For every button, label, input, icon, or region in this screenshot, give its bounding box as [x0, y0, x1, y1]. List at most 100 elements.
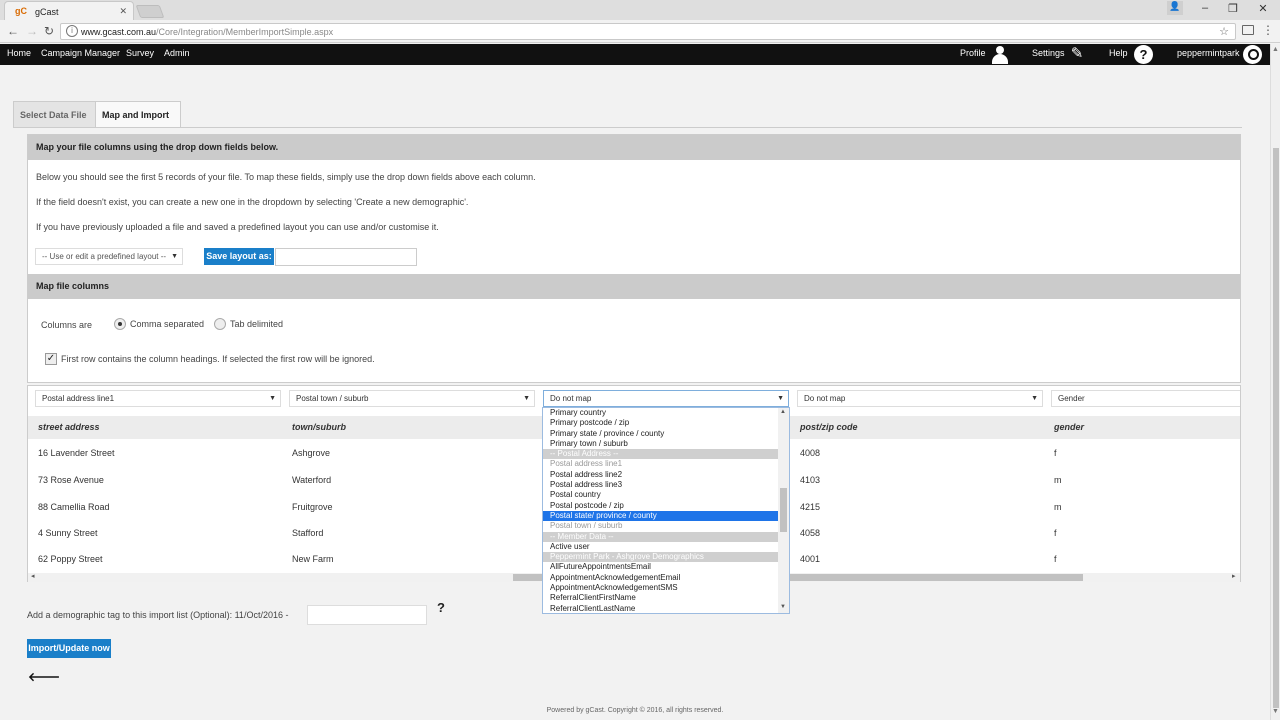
dropdown-group-header: -- Postal Address --: [543, 449, 779, 460]
layout-name-input[interactable]: [275, 248, 417, 266]
nav-help[interactable]: Help: [1109, 48, 1128, 58]
nav-campaign-manager[interactable]: Campaign Manager: [41, 48, 120, 58]
tag-help-icon[interactable]: ?: [437, 600, 445, 615]
column-header: post/zip code: [800, 422, 858, 432]
scrollbar-thumb[interactable]: [1273, 148, 1279, 708]
first-row-checkbox[interactable]: ✓: [45, 353, 57, 365]
column-1-select[interactable]: Postal address line1 ▼: [35, 390, 281, 407]
dropdown-scrollbar[interactable]: ▲ ▼: [778, 408, 789, 613]
cast-icon[interactable]: [1242, 25, 1254, 35]
minimize-icon[interactable]: –: [1190, 2, 1220, 14]
nav-home[interactable]: Home: [7, 48, 31, 58]
table-cell: 88 Camellia Road: [38, 502, 110, 512]
page-scrollbar[interactable]: ▲ ▼: [1270, 44, 1280, 720]
user-icon[interactable]: 👤: [1167, 1, 1183, 15]
scroll-left-icon[interactable]: ◂: [31, 572, 35, 580]
table-cell: 4215: [800, 502, 821, 512]
dropdown-option[interactable]: ReferralClientFirstName: [543, 593, 779, 603]
scroll-up-icon[interactable]: ▲: [780, 409, 786, 415]
table-cell: 4103: [800, 475, 821, 485]
tab-map-and-import[interactable]: Map and Import: [95, 101, 181, 127]
close-icon[interactable]: ✕: [119, 6, 127, 17]
back-icon[interactable]: ←: [7, 24, 19, 38]
column-header: town/suburb: [292, 422, 346, 432]
dropdown-option[interactable]: AllFutureAppointmentsEmail: [543, 562, 779, 572]
new-tab-button[interactable]: [135, 5, 165, 18]
column-2-select[interactable]: Postal town / suburb ▼: [289, 390, 535, 407]
map-columns-heading: Map file columns: [28, 274, 1240, 299]
nav-admin[interactable]: Admin: [164, 48, 190, 58]
dropdown-option[interactable]: Primary town / suburb: [543, 439, 779, 449]
dropdown-scroll-thumb[interactable]: [780, 488, 787, 532]
logout-icon[interactable]: [1243, 45, 1262, 64]
panel-heading: Map your file columns using the drop dow…: [28, 135, 1240, 160]
dropdown-option[interactable]: ReferralClientLastName: [543, 604, 779, 613]
dropdown-option[interactable]: Primary postcode / zip: [543, 418, 779, 428]
instruction-line-3: If you have previously uploaded a file a…: [36, 222, 439, 232]
profile-person-icon[interactable]: [991, 45, 1009, 64]
column-5-select[interactable]: Gender: [1051, 390, 1240, 407]
dropdown-option[interactable]: Postal address line1: [543, 459, 779, 469]
tab-select-data-file[interactable]: Select Data File: [13, 101, 96, 127]
dropdown-option[interactable]: Postal postcode / zip: [543, 501, 779, 511]
predefined-layout-value: -- Use or edit a predefined layout --: [42, 252, 167, 261]
table-cell: 62 Poppy Street: [38, 554, 103, 564]
save-layout-button[interactable]: Save layout as:: [204, 248, 274, 265]
dropdown-option[interactable]: Postal address line3: [543, 480, 779, 490]
dropdown-group-header: Peppermint Park - Ashgrove Demographics: [543, 552, 779, 563]
restore-icon[interactable]: ❐: [1218, 2, 1248, 15]
reload-icon[interactable]: ↻: [44, 24, 54, 38]
nav-profile[interactable]: Profile: [960, 48, 986, 58]
nav-user[interactable]: peppermintpark: [1177, 48, 1240, 58]
comma-separated-radio[interactable]: [114, 318, 126, 330]
dropdown-option[interactable]: Postal state/ province / county: [543, 510, 779, 522]
column-4-select-value: Do not map: [804, 394, 846, 403]
predefined-layout-select[interactable]: -- Use or edit a predefined layout -- ▼: [35, 248, 183, 265]
dropdown-option[interactable]: AppointmentAcknowledgementSMS: [543, 583, 779, 593]
table-cell: 4 Sunny Street: [38, 528, 98, 538]
table-cell: m: [1054, 475, 1062, 485]
browser-tab[interactable]: gC gCast ✕: [4, 1, 134, 20]
demographic-tag-label: Add a demographic tag to this import lis…: [27, 610, 289, 620]
app-navbar: Home Campaign Manager Survey Admin Profi…: [0, 44, 1270, 65]
help-icon[interactable]: ?: [1134, 45, 1153, 64]
column-3-select[interactable]: Do not map ▼: [543, 390, 789, 407]
column-3-dropdown-list[interactable]: Primary country Primary postcode / zip Pri…: [542, 407, 790, 614]
bookmark-star-icon[interactable]: ☆: [1219, 25, 1229, 38]
tab-delimited-radio[interactable]: [214, 318, 226, 330]
scroll-right-icon[interactable]: ▸: [1232, 572, 1236, 580]
mapping-panel: Map your file columns using the drop dow…: [27, 134, 1241, 383]
close-window-icon[interactable]: ✕: [1248, 2, 1278, 15]
import-update-button[interactable]: Import/Update now: [27, 639, 111, 658]
column-3-select-value: Do not map: [550, 394, 592, 403]
scroll-down-icon[interactable]: ▼: [1272, 708, 1279, 715]
forward-icon[interactable]: →: [26, 24, 38, 38]
table-cell: 16 Lavender Street: [38, 448, 115, 458]
comma-separated-label: Comma separated: [130, 319, 205, 329]
column-4-select[interactable]: Do not map ▼: [797, 390, 1043, 407]
info-icon[interactable]: i: [66, 25, 78, 37]
dropdown-option[interactable]: AppointmentAcknowledgementEmail: [543, 573, 779, 583]
table-cell: Fruitgrove: [292, 502, 333, 512]
scroll-down-icon[interactable]: ▼: [780, 604, 786, 610]
dropdown-option[interactable]: Postal town / suburb: [543, 521, 779, 531]
dropdown-option[interactable]: Primary state / province / county: [543, 429, 779, 439]
browser-menu-icon[interactable]: ⋮: [1262, 23, 1274, 37]
settings-brush-icon[interactable]: ✎: [1068, 45, 1086, 63]
caret-down-icon: ▼: [269, 395, 276, 402]
dropdown-option[interactable]: Postal country: [543, 490, 779, 500]
dropdown-option[interactable]: Postal address line2: [543, 470, 779, 480]
tab-delimited-label: Tab delimited: [230, 319, 284, 329]
nav-settings[interactable]: Settings: [1032, 48, 1065, 58]
dropdown-option[interactable]: Active user: [543, 542, 779, 552]
tab-divider: [13, 127, 1242, 128]
nav-survey[interactable]: Survey: [126, 48, 154, 58]
columns-are-label: Columns are: [41, 320, 93, 330]
dropdown-option[interactable]: Primary country: [543, 408, 779, 418]
url-input[interactable]: i www.gcast.com.au/Core/Integration/Memb…: [60, 23, 1236, 40]
back-arrow-icon[interactable]: 🡐: [28, 669, 60, 684]
url-path: /Core/Integration/MemberImportSimple.asp…: [156, 27, 334, 37]
demographic-tag-input[interactable]: [307, 605, 427, 625]
column-1-select-value: Postal address line1: [42, 394, 115, 403]
scroll-up-icon[interactable]: ▲: [1272, 46, 1279, 53]
